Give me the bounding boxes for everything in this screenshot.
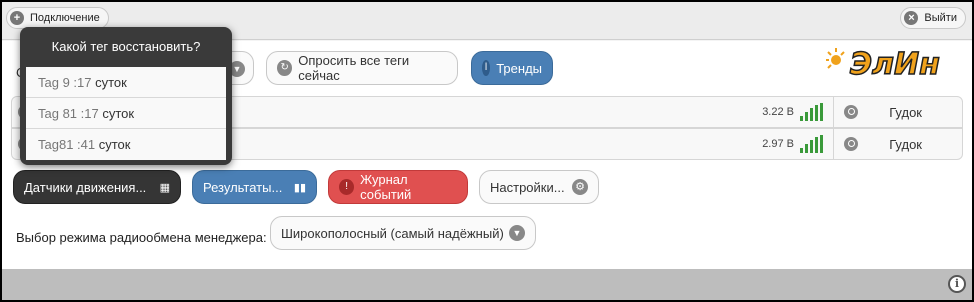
popup-item-name: Tag 9 :17	[38, 74, 92, 90]
trends-button[interactable]: ǀ Тренды	[471, 51, 553, 85]
divider	[833, 129, 834, 159]
event-log-button[interactable]: ! Журнал событий	[328, 170, 468, 204]
info-icon[interactable]: i	[948, 275, 966, 293]
chevron-down-icon: ▼	[509, 225, 525, 241]
radio-mode-select[interactable]: Широкополосный (самый надёжный) ▼	[270, 216, 536, 250]
popup-item[interactable]: Tag 81 :17 суток	[26, 98, 226, 129]
popup-item[interactable]: Tag 9 :17 суток	[26, 67, 226, 98]
grid-icon: ▦	[159, 181, 170, 194]
plus-circle-icon: +	[10, 11, 24, 25]
x-circle-icon: ×	[904, 11, 919, 25]
app-window: + Подключение × Выйти С ▼ ↻ Опросить все…	[2, 2, 972, 300]
sun-icon	[826, 48, 845, 69]
thermometer-icon: ǀ	[482, 60, 491, 76]
popup-item-name: Tag81 :41	[38, 137, 96, 152]
popup-title: Какой тег восстановить?	[51, 39, 201, 54]
popup-list: Tag 9 :17 суток Tag 81 :17 суток Tag81 :…	[26, 67, 226, 160]
gear-icon: ⚙	[572, 179, 588, 195]
refresh-icon: ↻	[277, 60, 293, 76]
poll-all-tags-button[interactable]: ↻ Опросить все теги сейчас	[266, 51, 458, 85]
beep-button[interactable]: Гудок	[889, 105, 922, 120]
bar-chart-icon: ▮▮	[293, 181, 306, 194]
logout-button[interactable]: × Выйти	[900, 7, 966, 29]
logout-label: Выйти	[924, 12, 957, 24]
poll-label: Опросить все теги сейчас	[298, 53, 410, 83]
trends-label: Тренды	[496, 60, 542, 76]
popup-item-unit: суток	[102, 105, 135, 121]
popup-item-unit: суток	[95, 74, 127, 90]
tag-voltage: 2.97 В	[762, 138, 794, 150]
signal-bars-icon	[800, 135, 824, 153]
motion-sensors-button[interactable]: Датчики движения... ▦	[13, 170, 181, 204]
popup-item-unit: суток	[98, 137, 131, 152]
settings-button[interactable]: Настройки... ⚙	[479, 170, 599, 204]
footer-bar: i	[2, 269, 972, 300]
restore-tag-popup: Какой тег восстановить? Tag 9 :17 суток …	[20, 27, 232, 165]
journal-label: Журнал событий	[360, 172, 412, 202]
signal-bars-icon	[800, 103, 824, 121]
warning-icon: !	[339, 179, 355, 195]
divider	[833, 97, 834, 127]
sensors-label: Датчики движения...	[24, 179, 147, 195]
results-button[interactable]: Результаты... ▮▮	[192, 170, 317, 204]
settings-label: Настройки...	[490, 179, 565, 195]
popup-item-name: Tag 81 :17	[38, 105, 99, 121]
results-label: Результаты...	[203, 179, 283, 195]
radio-mode-label: Выбор режима радиообмена менеджера:	[16, 230, 267, 245]
elin-logo: ЭлИн	[826, 46, 941, 80]
beep-button[interactable]: Гудок	[889, 137, 922, 152]
popup-item[interactable]: Tag81 :41 суток	[26, 129, 226, 160]
connect-button[interactable]: + Подключение	[6, 7, 109, 29]
connect-label: Подключение	[30, 12, 100, 24]
logo-text: ЭлИн	[850, 47, 940, 80]
radio-mode-value: Широкополосный (самый надёжный)	[281, 225, 504, 241]
search-icon[interactable]	[844, 105, 858, 119]
tag-voltage: 3.22 В	[762, 106, 794, 118]
search-icon[interactable]	[844, 137, 858, 151]
